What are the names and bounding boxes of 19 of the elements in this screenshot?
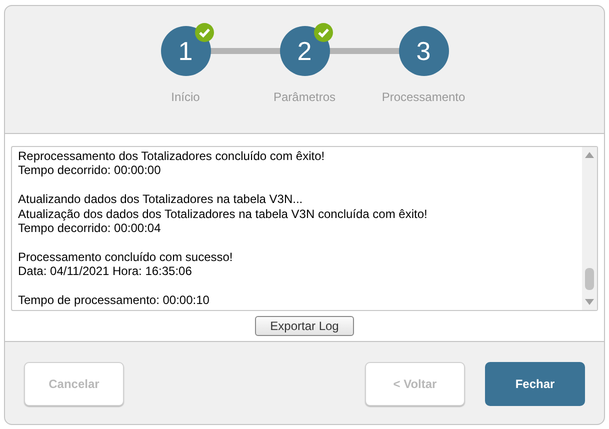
log-line: Tempo decorrido: 00:00:04 bbox=[18, 221, 162, 236]
step-label: Processamento bbox=[382, 89, 466, 106]
scroll-up-icon[interactable] bbox=[585, 152, 594, 158]
log-line: Atualização dos dados dos Totalizadores na tabela V3N concluída com êxito! bbox=[18, 206, 428, 222]
step-label: Parâmetros bbox=[273, 89, 336, 106]
step-label: Início bbox=[171, 89, 200, 106]
log-line: Tempo de processamento: 00:00:10 bbox=[18, 293, 210, 308]
log-line: Tempo decorrido: 00:00:00 bbox=[18, 163, 162, 178]
check-icon bbox=[314, 23, 332, 42]
check-icon bbox=[194, 23, 214, 42]
export-log-button[interactable]: Exportar Log bbox=[255, 316, 354, 336]
log-line: Atualizando dados dos Totalizadores na tabela V3N... bbox=[18, 192, 304, 207]
scroll-thumb[interactable] bbox=[585, 268, 594, 290]
dialog-button[interactable]: Fechar bbox=[485, 362, 585, 406]
scrollbar[interactable] bbox=[582, 147, 597, 310]
log-line: Data: 04/11/2021 Hora: 16:35:06 bbox=[18, 264, 193, 279]
scroll-down-icon[interactable] bbox=[585, 299, 594, 305]
log-line: Reprocessamento dos Totalizadores concluído com êxito! bbox=[18, 149, 326, 164]
log-line: Processamento concluído com sucesso! bbox=[18, 250, 234, 264]
